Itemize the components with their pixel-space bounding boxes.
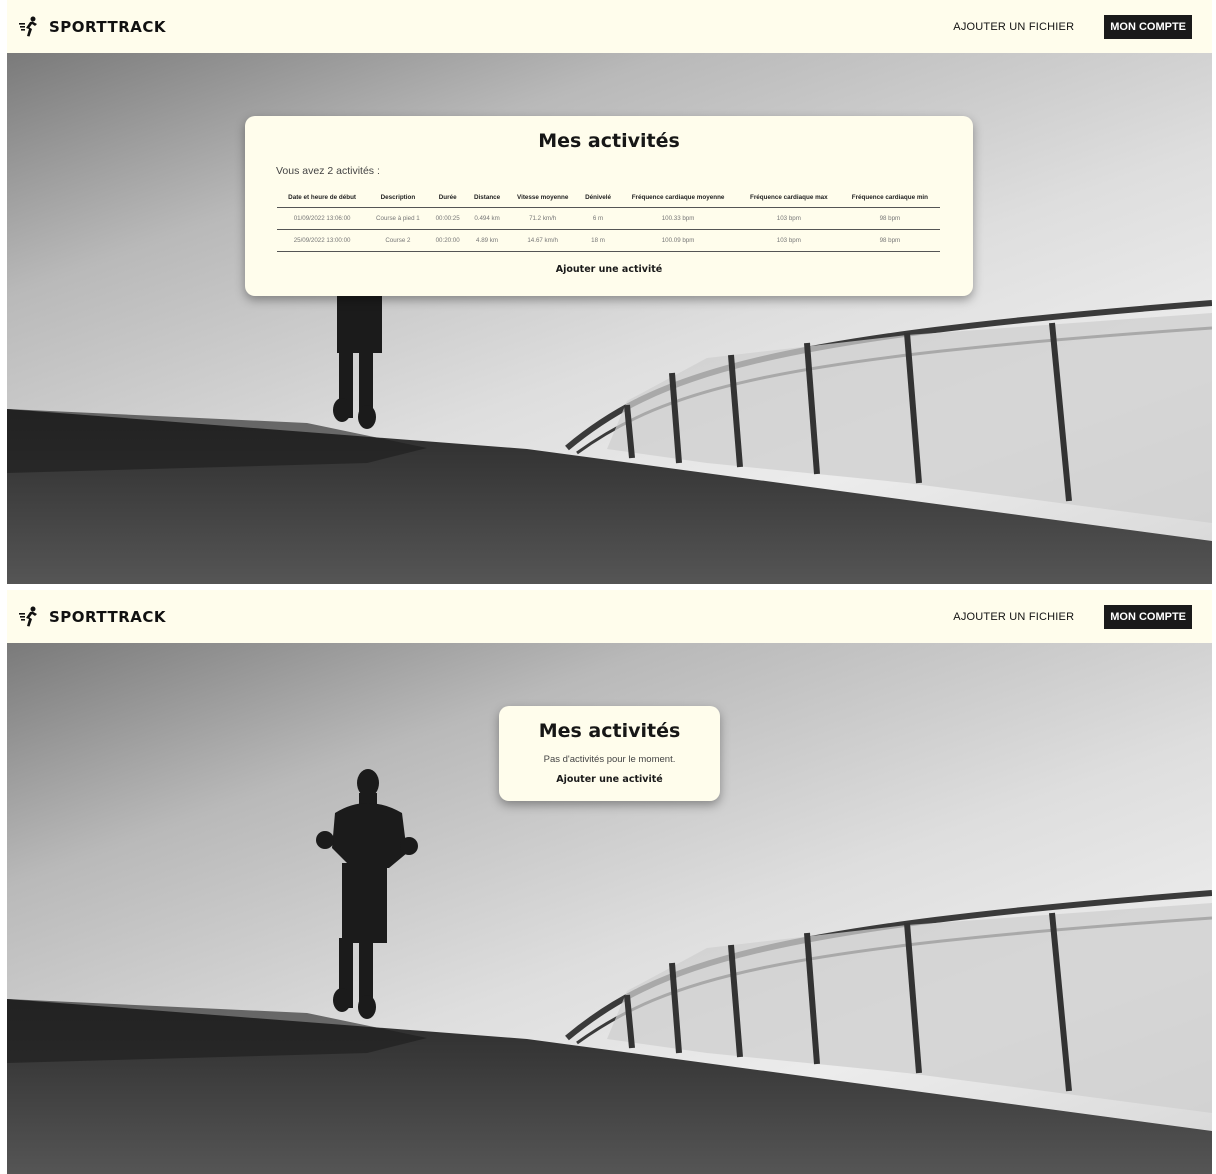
table-cell: 98 bpm: [839, 229, 940, 252]
table-cell: 71.2 km/h: [507, 207, 578, 230]
column-header: Description: [367, 191, 429, 208]
table-cell: 4.89 km: [466, 229, 508, 252]
column-header: Fréquence cardiaque moyenne: [618, 191, 738, 208]
activities-card: Mes activités Pas d'activités pour le mo…: [499, 706, 720, 801]
navbar: SPORTTRACK AJOUTER UN FICHIER MON COMPTE: [7, 0, 1212, 53]
activities-card: Mes activités Vous avez 2 activités : Da…: [245, 116, 973, 296]
activities-table: Date et heure de début Description Durée…: [277, 191, 940, 252]
table-cell: 6 m: [577, 207, 619, 230]
column-header: Durée: [428, 191, 467, 208]
table-cell: 100.09 bpm: [618, 229, 738, 252]
table-cell: 25/09/2022 13:00:00: [277, 229, 368, 252]
navbar: SPORTTRACK AJOUTER UN FICHIER MON COMPTE: [7, 590, 1212, 643]
account-button[interactable]: MON COMPTE: [1104, 604, 1192, 629]
table-cell: 18 m: [577, 229, 619, 252]
account-button[interactable]: MON COMPTE: [1104, 14, 1192, 39]
table-cell: 103 bpm: [737, 229, 840, 252]
brand[interactable]: SPORTTRACK: [19, 16, 166, 38]
add-activity-link[interactable]: Ajouter une activité: [499, 774, 720, 785]
column-header: Fréquence cardiaque max: [737, 191, 840, 208]
table-cell: 14.67 km/h: [507, 229, 578, 252]
table-cell: Course 2: [367, 229, 429, 252]
brand[interactable]: SPORTTRACK: [19, 606, 166, 628]
table-cell: 00:20:00: [428, 229, 467, 252]
column-header: Date et heure de début: [277, 191, 368, 208]
activity-count-text: Vous avez 2 activités :: [276, 165, 380, 177]
runner-logo-icon: [19, 16, 37, 36]
table-row[interactable]: 01/09/2022 13:06:00 Course à pied 1 00:0…: [277, 207, 940, 230]
brand-name: SPORTTRACK: [49, 17, 167, 36]
page-title: Mes activités: [538, 720, 681, 742]
page-title: Mes activités: [538, 130, 680, 152]
table-cell: 00:00:25: [428, 207, 467, 230]
column-header: Vitesse moyenne: [507, 191, 578, 208]
table-cell: Course à pied 1: [367, 207, 429, 230]
brand-name: SPORTTRACK: [49, 607, 167, 626]
table-cell: 103 bpm: [737, 207, 840, 230]
table-cell: 0.494 km: [466, 207, 508, 230]
table-cell: 100.33 bpm: [618, 207, 738, 230]
column-header: Dénivelé: [577, 191, 619, 208]
column-header: Distance: [466, 191, 508, 208]
add-file-link[interactable]: AJOUTER UN FICHIER: [953, 611, 1074, 623]
table-cell: 98 bpm: [839, 207, 940, 230]
add-file-link[interactable]: AJOUTER UN FICHIER: [953, 21, 1074, 33]
table-row[interactable]: 25/09/2022 13:00:00 Course 2 00:20:00 4.…: [277, 229, 940, 252]
table-cell: 01/09/2022 13:06:00: [277, 207, 368, 230]
empty-state-text: Pas d'activités pour le moment.: [543, 754, 676, 765]
column-header: Fréquence cardiaque min: [839, 191, 940, 208]
screen-with-activities: SPORTTRACK AJOUTER UN FICHIER MON COMPTE: [7, 0, 1212, 584]
screen-empty: SPORTTRACK AJOUTER UN FICHIER MON COMPTE: [7, 590, 1212, 1174]
table-header-row: Date et heure de début Description Durée…: [277, 191, 940, 208]
add-activity-link[interactable]: Ajouter une activité: [245, 264, 973, 275]
runner-logo-icon: [19, 606, 37, 626]
